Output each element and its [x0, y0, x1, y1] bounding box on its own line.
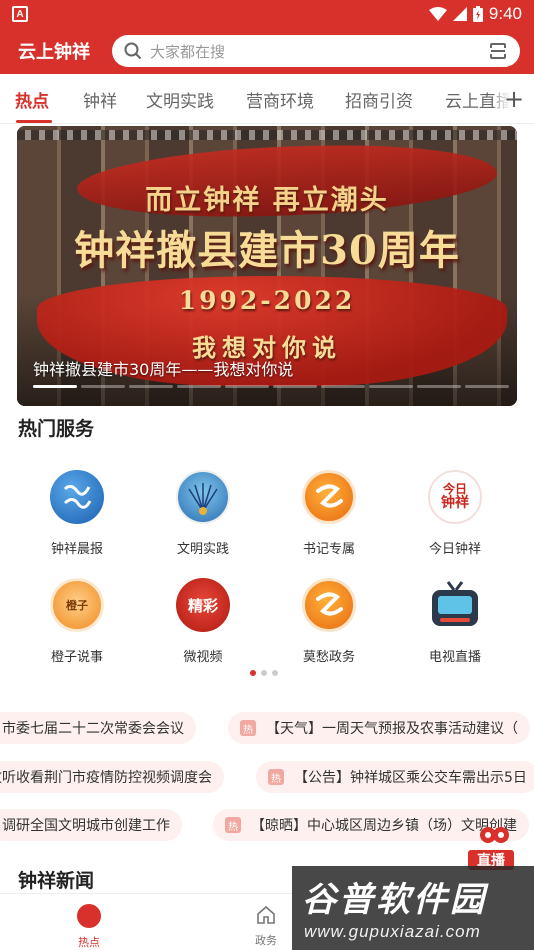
- home-icon: [257, 905, 275, 924]
- service-wenming[interactable]: 文明实践: [143, 470, 263, 557]
- banner-indicator: [273, 385, 317, 388]
- watermark-text: 谷普软件园: [302, 880, 487, 920]
- banner-indicator: [369, 385, 413, 388]
- banner-indicator: [177, 385, 221, 388]
- scan-icon[interactable]: [488, 41, 508, 61]
- service-chengzi[interactable]: 橙子 橙子说事: [17, 578, 137, 665]
- signal-icon: [452, 7, 467, 21]
- banner-indicator: [321, 385, 365, 388]
- jinri-icon: 今日 钟祥: [428, 470, 482, 524]
- wifi-icon: [428, 7, 447, 21]
- chenbao-icon: [50, 470, 104, 524]
- nav-label: 政务: [255, 934, 277, 947]
- app-header: 云上钟祥 大家都在搜: [0, 28, 534, 74]
- hot-services-title: 热门服务: [18, 418, 95, 440]
- page-dot: [272, 670, 278, 676]
- tab-hot[interactable]: 热点: [15, 87, 49, 112]
- banner-slogan: 而立钟祥 再立潮头: [145, 185, 389, 216]
- ticker-item[interactable]: 热【公告】钟祥城区乘公交车需出示5日: [256, 761, 534, 793]
- banner-caption: 钟祥撤县建市30周年——我想对你说: [33, 360, 294, 379]
- nav-label: 热点: [78, 936, 100, 949]
- banner-indicator: [33, 385, 77, 388]
- banner-indicator: [81, 385, 125, 388]
- tab-active-indicator: [16, 120, 52, 123]
- service-chenbao[interactable]: 钟祥晨报: [17, 470, 137, 557]
- wenming-icon: [176, 470, 230, 524]
- status-time: 9:40: [488, 4, 522, 23]
- ticker-text: 【公告】钟祥城区乘公交车需出示5日: [294, 770, 527, 786]
- search-icon: [124, 42, 142, 60]
- services-page-indicator: [250, 670, 278, 676]
- channel-tabs: 热点 钟祥 文明实践 营商环境 招商引资 云上直播 +: [0, 74, 534, 124]
- tab-wenming[interactable]: 文明实践: [146, 87, 214, 112]
- chengzi-icon: 橙子: [50, 578, 104, 632]
- hot-icon: [77, 904, 101, 928]
- service-tv[interactable]: 电视直播: [395, 578, 515, 665]
- banner-carousel[interactable]: 而立钟祥 再立潮头 钟祥撤县建市30周年 1992-2022 我想对你说 钟祥撤…: [17, 126, 517, 406]
- watermark-overlay: 谷普软件园 www.gupuxiazai.com: [292, 866, 534, 950]
- film-strip-top: [17, 130, 517, 140]
- service-label: 今日钟祥: [428, 542, 481, 557]
- ticker-text: 市委七届二十二次常委会会议: [2, 721, 184, 737]
- search-bar[interactable]: 大家都在搜: [112, 35, 520, 67]
- banner-indicator: [129, 385, 173, 388]
- service-label: 莫愁政务: [302, 650, 355, 665]
- service-label: 微视频: [183, 650, 223, 665]
- video-icon: 精彩: [176, 578, 230, 632]
- watermark-url: www.gupuxiazai.com: [304, 922, 481, 941]
- ticker-row: 调研全国文明城市创建工作 热【晾晒】中心城区周边乡镇（场）文明创建: [0, 809, 534, 841]
- nav-zhengwu[interactable]: 政务: [236, 902, 296, 948]
- nav-hot[interactable]: 热点: [59, 902, 119, 950]
- tab-yingshang[interactable]: 营商环境: [246, 87, 314, 112]
- tv-icon: [428, 578, 482, 632]
- service-label: 钟祥晨报: [50, 542, 103, 557]
- search-placeholder: 大家都在搜: [150, 42, 226, 61]
- service-label: 文明实践: [176, 542, 229, 557]
- tab-zhongxiang[interactable]: 钟祥: [83, 87, 117, 112]
- ticker-row: 市委七届二十二次常委会会议 热【天气】一周天气预报及农事活动建议（: [0, 712, 534, 744]
- ticker-text: 收听收看荆门市疫情防控视频调度会: [0, 770, 212, 786]
- mochou-icon: [302, 578, 356, 632]
- banner-indicator: [225, 385, 269, 388]
- news-section-title: 钟祥新闻: [18, 870, 95, 892]
- banner-indicator: [417, 385, 461, 388]
- chengzi-glyph: 橙子: [66, 599, 88, 612]
- ticker-text: 调研全国文明城市创建工作: [2, 818, 170, 834]
- service-label: 书记专属: [302, 542, 355, 557]
- service-label: 橙子说事: [50, 650, 103, 665]
- hot-badge: 热: [240, 720, 256, 736]
- service-video[interactable]: 精彩 微视频: [143, 578, 263, 665]
- tab-zhaoshang[interactable]: 招商引资: [345, 87, 413, 112]
- ticker-text: 【天气】一周天气预报及农事活动建议（: [266, 721, 518, 737]
- hot-badge: 热: [268, 769, 284, 785]
- banner-headline: 钟祥撤县建市30周年: [74, 227, 460, 274]
- app-notification-icon: A: [12, 6, 28, 22]
- service-label: 电视直播: [428, 650, 481, 665]
- service-shuji[interactable]: 书记专属: [269, 470, 389, 557]
- battery-icon: [472, 6, 483, 22]
- ticker-row: 收听收看荆门市疫情防控视频调度会 热【公告】钟祥城区乘公交车需出示5日: [0, 761, 534, 793]
- ticker-item[interactable]: 收听收看荆门市疫情防控视频调度会: [0, 761, 224, 793]
- page-dot: [250, 670, 256, 676]
- camera-icon: [480, 827, 509, 843]
- banner-indicators: [33, 385, 509, 388]
- video-glyph: 精彩: [187, 596, 218, 615]
- ticker-item[interactable]: 调研全国文明城市创建工作: [0, 809, 182, 841]
- app-title: 云上钟祥: [18, 42, 90, 63]
- page-dot: [261, 670, 267, 676]
- hot-badge: 热: [225, 817, 241, 833]
- service-jinri[interactable]: 今日 钟祥 今日钟祥: [395, 470, 515, 557]
- status-bar: A 9:40: [0, 0, 534, 28]
- ticker-item[interactable]: 市委七届二十二次常委会会议: [0, 712, 196, 744]
- service-mochou[interactable]: 莫愁政务: [269, 578, 389, 665]
- shuji-icon: [302, 470, 356, 524]
- jinri-glyph: 钟祥: [441, 494, 469, 511]
- status-right: 9:40: [428, 4, 522, 24]
- ticker-item[interactable]: 热【天气】一周天气预报及农事活动建议（: [228, 712, 530, 744]
- banner-indicator: [465, 385, 509, 388]
- banner-years: 1992-2022: [178, 286, 356, 315]
- add-channel-button[interactable]: +: [494, 74, 534, 123]
